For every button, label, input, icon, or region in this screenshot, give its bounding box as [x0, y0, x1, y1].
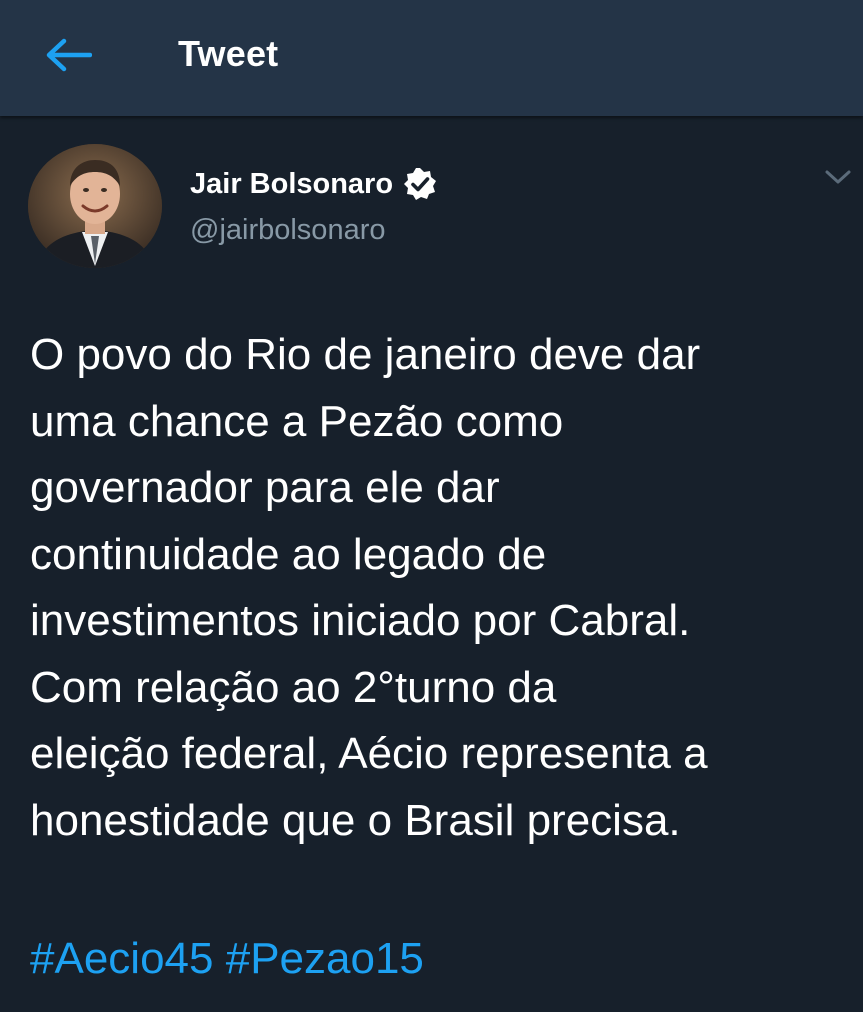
tweet-menu-button[interactable]: [818, 160, 858, 194]
tweet-screen: Tweet Jair Bolsonaro @jairbolsonaro O po…: [0, 0, 863, 1012]
tweet-text-line: honestidade que o Brasil precisa.: [30, 795, 681, 845]
top-app-bar: Tweet: [0, 0, 863, 116]
tweet-text-line: governador para ele dar: [30, 463, 500, 512]
page-title: Tweet: [178, 33, 279, 74]
tweet-text-line: investimentos iniciado por Cabral.: [30, 596, 691, 645]
author-name-text: Jair Bolsonaro: [190, 168, 394, 200]
tweet-text-line: continuidade ao legado de: [30, 529, 547, 579]
back-button[interactable]: [36, 30, 100, 80]
arrow-left-icon: [46, 38, 92, 72]
author-handle[interactable]: @jairbolsonaro: [190, 210, 385, 250]
verified-badge-icon: [404, 168, 437, 200]
hashtag-row: #Aecio45 #Pezao15: [30, 926, 424, 992]
hashtag-link[interactable]: #Aecio45: [30, 934, 213, 983]
chevron-down-icon: [825, 170, 851, 184]
tweet-text-line: Com relação ao 2°turno da: [30, 662, 557, 712]
author-name[interactable]: Jair Bolsonaro: [190, 164, 437, 204]
avatar[interactable]: [28, 144, 162, 268]
hashtag-link[interactable]: #Pezao15: [226, 934, 424, 983]
profile-photo: [28, 144, 162, 268]
tweet-text-line: O povo do Rio de janeiro deve dar: [30, 330, 701, 379]
tweet-text-line: uma chance a Pezão como: [30, 396, 564, 446]
tweet-text: O povo do Rio de janeiro deve dar uma ch…: [30, 322, 850, 854]
tweet-text-line: eleição federal, Aécio representa a: [30, 729, 708, 778]
